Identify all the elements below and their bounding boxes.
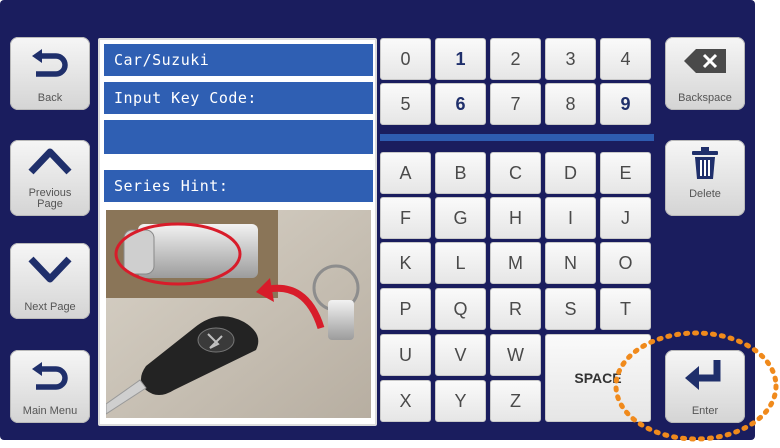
key-m[interactable]: M [490, 242, 541, 284]
key-6[interactable]: 6 [435, 83, 486, 125]
back-button[interactable]: Back [10, 37, 90, 110]
key-8[interactable]: 8 [545, 83, 596, 125]
chevron-up-icon [28, 148, 72, 175]
keypad-divider [380, 134, 654, 141]
key-b[interactable]: B [435, 152, 486, 194]
key-e[interactable]: E [600, 152, 651, 194]
series-hint-label: Series Hint: [114, 177, 229, 195]
main-menu-button[interactable]: Main Menu [10, 350, 90, 423]
backspace-button[interactable]: Backspace [665, 37, 745, 110]
series-hint-image [106, 210, 371, 418]
info-panel: Car/Suzuki Input Key Code: Series Hint: [98, 38, 377, 426]
back-label: Back [37, 92, 63, 104]
key-w[interactable]: W [490, 334, 541, 376]
main-menu-label: Main Menu [22, 405, 78, 417]
key-9[interactable]: 9 [600, 83, 651, 125]
key-a[interactable]: A [380, 152, 431, 194]
key-p[interactable]: P [380, 288, 431, 330]
key-q[interactable]: Q [435, 288, 486, 330]
key-g[interactable]: G [435, 197, 486, 239]
hint-bar: Series Hint: [104, 170, 373, 202]
key-k[interactable]: K [380, 242, 431, 284]
highlight-circle [613, 330, 779, 442]
key-h[interactable]: H [490, 197, 541, 239]
previous-page-label: Previous Page [28, 187, 72, 210]
key-code-prompt: Input Key Code: [114, 89, 257, 107]
key-u[interactable]: U [380, 334, 431, 376]
key-t[interactable]: T [600, 288, 651, 330]
next-page-button[interactable]: Next Page [10, 243, 90, 319]
key-f[interactable]: F [380, 197, 431, 239]
key-7[interactable]: 7 [490, 83, 541, 125]
key-v[interactable]: V [435, 334, 486, 376]
delete-button[interactable]: Delete [665, 140, 745, 216]
key-j[interactable]: J [600, 197, 651, 239]
key-2[interactable]: 2 [490, 38, 541, 80]
key-x[interactable]: X [380, 380, 431, 422]
key-y[interactable]: Y [435, 380, 486, 422]
key-4[interactable]: 4 [600, 38, 651, 80]
trash-icon [692, 147, 718, 179]
key-c[interactable]: C [490, 152, 541, 194]
vehicle-title: Car/Suzuki [114, 51, 210, 69]
prompt-bar: Input Key Code: [104, 82, 373, 114]
key-r[interactable]: R [490, 288, 541, 330]
backspace-label: Backspace [678, 92, 732, 104]
key-3[interactable]: 3 [545, 38, 596, 80]
key-1[interactable]: 1 [435, 38, 486, 80]
key-code-input[interactable] [104, 120, 373, 154]
title-bar: Car/Suzuki [104, 44, 373, 76]
return-arrow-icon [32, 362, 68, 390]
key-i[interactable]: I [545, 197, 596, 239]
key-s[interactable]: S [545, 288, 596, 330]
key-o[interactable]: O [600, 242, 651, 284]
key-z[interactable]: Z [490, 380, 541, 422]
back-arrow-icon [32, 49, 68, 77]
chevron-down-icon [28, 256, 72, 283]
key-l[interactable]: L [435, 242, 486, 284]
key-n[interactable]: N [545, 242, 596, 284]
key-5[interactable]: 5 [380, 83, 431, 125]
next-page-label: Next Page [24, 301, 76, 313]
key-0[interactable]: 0 [380, 38, 431, 80]
previous-page-button[interactable]: Previous Page [10, 140, 90, 216]
delete-label: Delete [689, 188, 721, 200]
key-d[interactable]: D [545, 152, 596, 194]
backspace-icon [684, 49, 726, 73]
